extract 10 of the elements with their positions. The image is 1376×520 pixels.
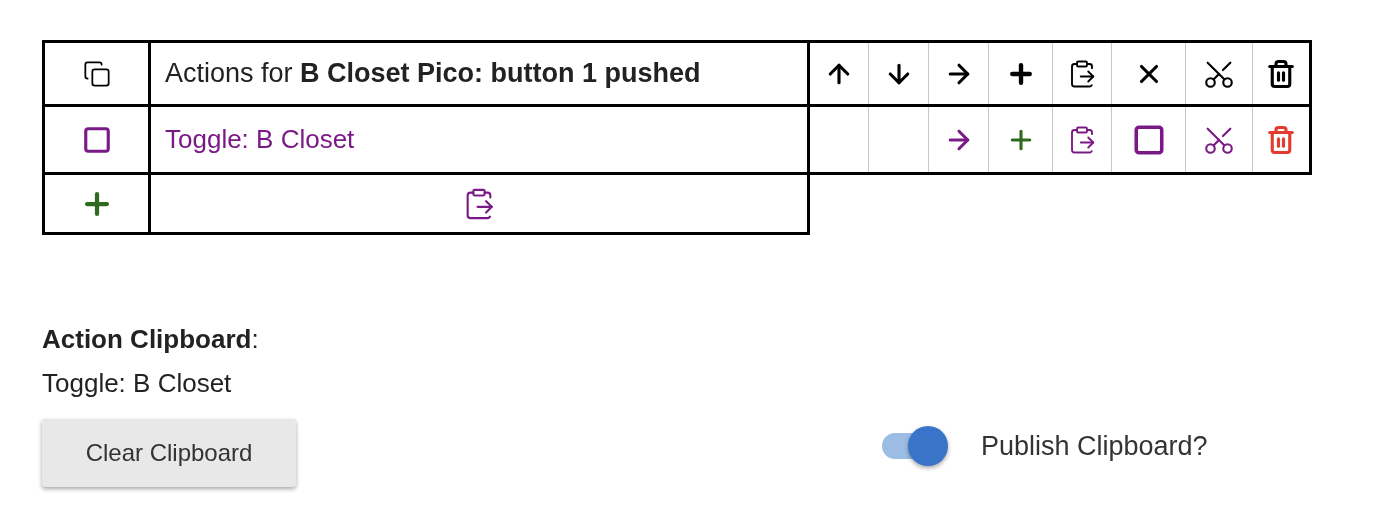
square-icon[interactable] (1131, 122, 1166, 157)
clear-clipboard-button[interactable]: Clear Clipboard (42, 419, 296, 487)
clipboard-title: Action Clipboard: (42, 324, 259, 354)
trash-icon[interactable] (1266, 58, 1296, 89)
publish-label: Publish Clipboard? (981, 429, 1208, 463)
table-header: Actions for B Closet Pico: button 1 pushed (165, 58, 701, 89)
clipboard-content: Toggle: B Closet (42, 368, 232, 398)
checkbox[interactable] (81, 124, 112, 155)
action-label[interactable]: Toggle: B Closet (165, 124, 355, 154)
copy-icon[interactable] (82, 59, 111, 88)
